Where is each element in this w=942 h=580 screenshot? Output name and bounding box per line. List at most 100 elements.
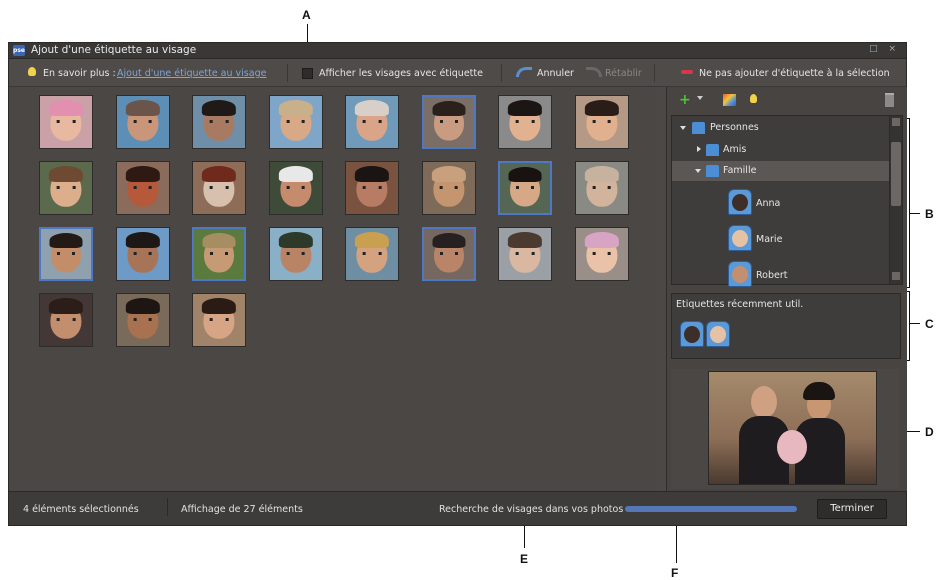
face-thumbnail[interactable] xyxy=(498,95,552,149)
face-thumbnail[interactable] xyxy=(192,95,246,149)
learn-more-label: En savoir plus : xyxy=(43,68,116,79)
people-tree: Personnes Amis Famille Anna Marie Robert xyxy=(671,115,890,287)
face-thumbnail[interactable] xyxy=(39,95,93,149)
face-eyes xyxy=(515,251,535,256)
face-thumbnail[interactable] xyxy=(268,95,323,149)
face-thumbnail[interactable] xyxy=(345,161,399,215)
face-eyes xyxy=(56,317,76,322)
face-eyes xyxy=(592,251,611,256)
face-hair xyxy=(507,100,543,116)
trash-icon[interactable] xyxy=(885,93,894,107)
face-thumbnail[interactable] xyxy=(498,161,552,215)
face-thumbnail[interactable] xyxy=(421,227,476,281)
searching-label: Recherche de visages dans vos photos xyxy=(439,504,624,515)
face-thumbnail[interactable] xyxy=(421,161,476,215)
face-thumbnail[interactable] xyxy=(192,293,246,347)
face-hair xyxy=(202,233,236,248)
preview-photo xyxy=(708,371,877,485)
redo-button[interactable]: Rétablir xyxy=(605,68,642,79)
group-icon xyxy=(692,122,705,134)
undo-icon[interactable] xyxy=(516,67,532,77)
scroll-thumb[interactable] xyxy=(891,142,901,206)
people-panel: + Personnes Amis Famille Anna Marie Robe… xyxy=(666,87,907,491)
tree-item-person[interactable]: Robert xyxy=(672,258,889,287)
face-eyes xyxy=(133,119,152,124)
face-thumbnail[interactable] xyxy=(345,95,399,149)
person-name: Robert xyxy=(756,270,788,281)
person-name: Anna xyxy=(756,198,781,209)
face-hair xyxy=(584,100,619,116)
face-thumbnail[interactable] xyxy=(574,161,629,215)
add-icon[interactable]: + xyxy=(679,93,691,107)
face-thumbnail[interactable] xyxy=(115,95,170,149)
no-tag-icon[interactable] xyxy=(681,70,693,74)
face-eyes xyxy=(57,252,75,255)
show-tagged-label[interactable]: Afficher les visages avec étiquette xyxy=(319,68,483,79)
face-thumbnail[interactable] xyxy=(345,227,399,281)
chevron-right-icon[interactable] xyxy=(697,146,701,152)
no-tag-button[interactable]: Ne pas ajouter d'étiquette à la sélectio… xyxy=(699,68,890,79)
face-thumbnail[interactable] xyxy=(192,227,246,281)
window-title: Ajout d'une étiquette au visage xyxy=(31,44,197,56)
tree-item-person[interactable]: Marie xyxy=(672,222,889,256)
face-eyes xyxy=(210,252,228,255)
tree-label-family: Famille xyxy=(723,165,757,176)
lightbulb-icon[interactable] xyxy=(750,94,757,103)
face-eyes xyxy=(362,119,382,124)
recent-tags: Etiquettes récemment util. xyxy=(671,293,901,359)
chevron-down-icon[interactable] xyxy=(680,126,686,130)
face-thumbnail[interactable] xyxy=(115,161,170,215)
face-thumbnail[interactable] xyxy=(268,161,323,215)
people-toolbar: + xyxy=(667,87,907,113)
chevron-down-icon[interactable] xyxy=(697,96,703,100)
show-tagged-checkbox[interactable] xyxy=(302,68,313,79)
face-thumbnail[interactable] xyxy=(574,95,629,149)
scroll-up-arrow[interactable] xyxy=(892,118,900,126)
recent-face-icon[interactable] xyxy=(706,321,730,347)
tree-item-person[interactable]: Anna xyxy=(672,186,889,220)
face-eyes xyxy=(286,119,305,124)
face-hair xyxy=(432,233,465,248)
face-eyes xyxy=(56,119,76,124)
face-eyes xyxy=(515,119,535,124)
recent-face-icon[interactable] xyxy=(680,321,704,347)
face-thumbnail[interactable] xyxy=(39,293,93,347)
face-hair xyxy=(431,166,466,182)
learn-more-link[interactable]: Ajout d'une étiquette au visage xyxy=(117,68,266,79)
face-hair xyxy=(49,233,83,248)
face-thumbnail[interactable] xyxy=(421,95,476,149)
face-thumbnail[interactable] xyxy=(39,227,93,281)
tree-item-friends[interactable]: Amis xyxy=(672,140,889,160)
face-eyes xyxy=(209,317,229,322)
window-controls[interactable]: □ × xyxy=(869,44,900,54)
face-eyes xyxy=(362,251,382,256)
done-button[interactable]: Terminer xyxy=(817,499,887,519)
face-thumbnail[interactable] xyxy=(192,161,246,215)
tree-scrollbar[interactable] xyxy=(889,115,903,285)
face-hair xyxy=(278,100,313,116)
edit-icon[interactable] xyxy=(723,94,736,106)
face-eyes xyxy=(286,251,305,256)
face-thumbnail[interactable] xyxy=(115,227,170,281)
face-thumbnail[interactable] xyxy=(39,161,93,215)
chevron-down-icon[interactable] xyxy=(695,169,701,173)
person-name: Marie xyxy=(756,234,783,245)
tree-item-people[interactable]: Personnes xyxy=(672,118,889,138)
callout-c-bracket xyxy=(909,291,910,361)
face-hair xyxy=(278,232,313,248)
face-hair xyxy=(354,166,390,182)
redo-icon[interactable] xyxy=(586,67,602,77)
face-thumbnail[interactable] xyxy=(268,227,323,281)
face-hair xyxy=(354,232,390,248)
face-thumbnail[interactable] xyxy=(574,227,629,281)
tree-item-family[interactable]: Famille xyxy=(672,161,889,181)
face-eyes xyxy=(439,185,458,190)
face-thumbnail[interactable] xyxy=(498,227,552,281)
callout-b: B xyxy=(925,207,934,221)
face-hair xyxy=(125,100,160,116)
undo-button[interactable]: Annuler xyxy=(537,68,574,79)
toolbar-divider xyxy=(501,64,502,82)
scroll-down-arrow[interactable] xyxy=(892,272,900,280)
face-thumbnail[interactable] xyxy=(115,293,170,347)
recent-tags-label: Etiquettes récemment util. xyxy=(676,299,804,310)
